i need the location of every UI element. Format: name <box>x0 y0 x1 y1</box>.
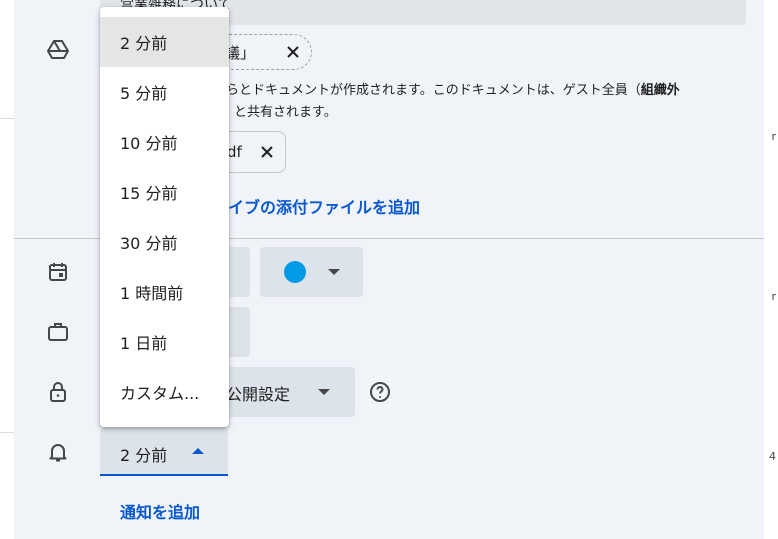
event-color-select[interactable] <box>260 247 363 297</box>
dropdown-arrow-icon <box>318 389 330 395</box>
background-right-edge: r r 4 <box>764 0 778 539</box>
bell-icon <box>46 440 70 464</box>
notification-selected-value: 2 分前 <box>120 446 168 465</box>
background-left-edge <box>0 0 14 539</box>
bg-mark: 4 <box>769 450 776 463</box>
add-notification-link[interactable]: 通知を追加 <box>120 499 200 523</box>
menu-item-10-minutes[interactable]: 10 分前 <box>100 117 229 167</box>
menu-item-1-day[interactable]: 1 日前 <box>100 317 229 367</box>
menu-item-30-minutes[interactable]: 30 分前 <box>100 217 229 267</box>
dropdown-arrow-icon <box>328 269 340 275</box>
visibility-label: 公開設定 <box>226 385 291 404</box>
menu-item-1-hour[interactable]: 1 時間前 <box>100 267 229 317</box>
add-drive-attachment-link[interactable]: イブの添付ファイルを追加 <box>228 194 420 218</box>
info-bold-text: 組織外 <box>640 83 680 98</box>
bg-mark: r <box>771 290 776 303</box>
close-icon[interactable] <box>285 44 301 60</box>
lock-icon <box>46 380 70 404</box>
menu-item-5-minutes[interactable]: 5 分前 <box>100 67 229 117</box>
visibility-select[interactable]: 公開設定 <box>214 367 355 417</box>
help-icon[interactable] <box>368 380 392 404</box>
notification-time-menu: 2 分前 5 分前 10 分前 15 分前 30 分前 1 時間前 1 日前 カ… <box>100 7 229 427</box>
menu-item-2-minutes[interactable]: 2 分前 <box>100 17 229 67</box>
menu-item-15-minutes[interactable]: 15 分前 <box>100 167 229 217</box>
briefcase-icon <box>46 320 70 344</box>
bg-mark: r <box>771 130 776 143</box>
menu-item-custom[interactable]: カスタム... <box>100 367 229 417</box>
calendar-icon <box>46 260 70 284</box>
attachment-info-text: らとドキュメントが作成されます。このドキュメントは、ゲスト全員（組織外 と共有さ… <box>226 83 680 120</box>
dropdown-arrow-icon <box>192 448 204 454</box>
event-color-dot <box>284 261 306 283</box>
notification-time-select[interactable]: 2 分前 <box>100 428 228 476</box>
close-icon[interactable] <box>259 144 275 160</box>
drive-icon <box>46 38 70 62</box>
